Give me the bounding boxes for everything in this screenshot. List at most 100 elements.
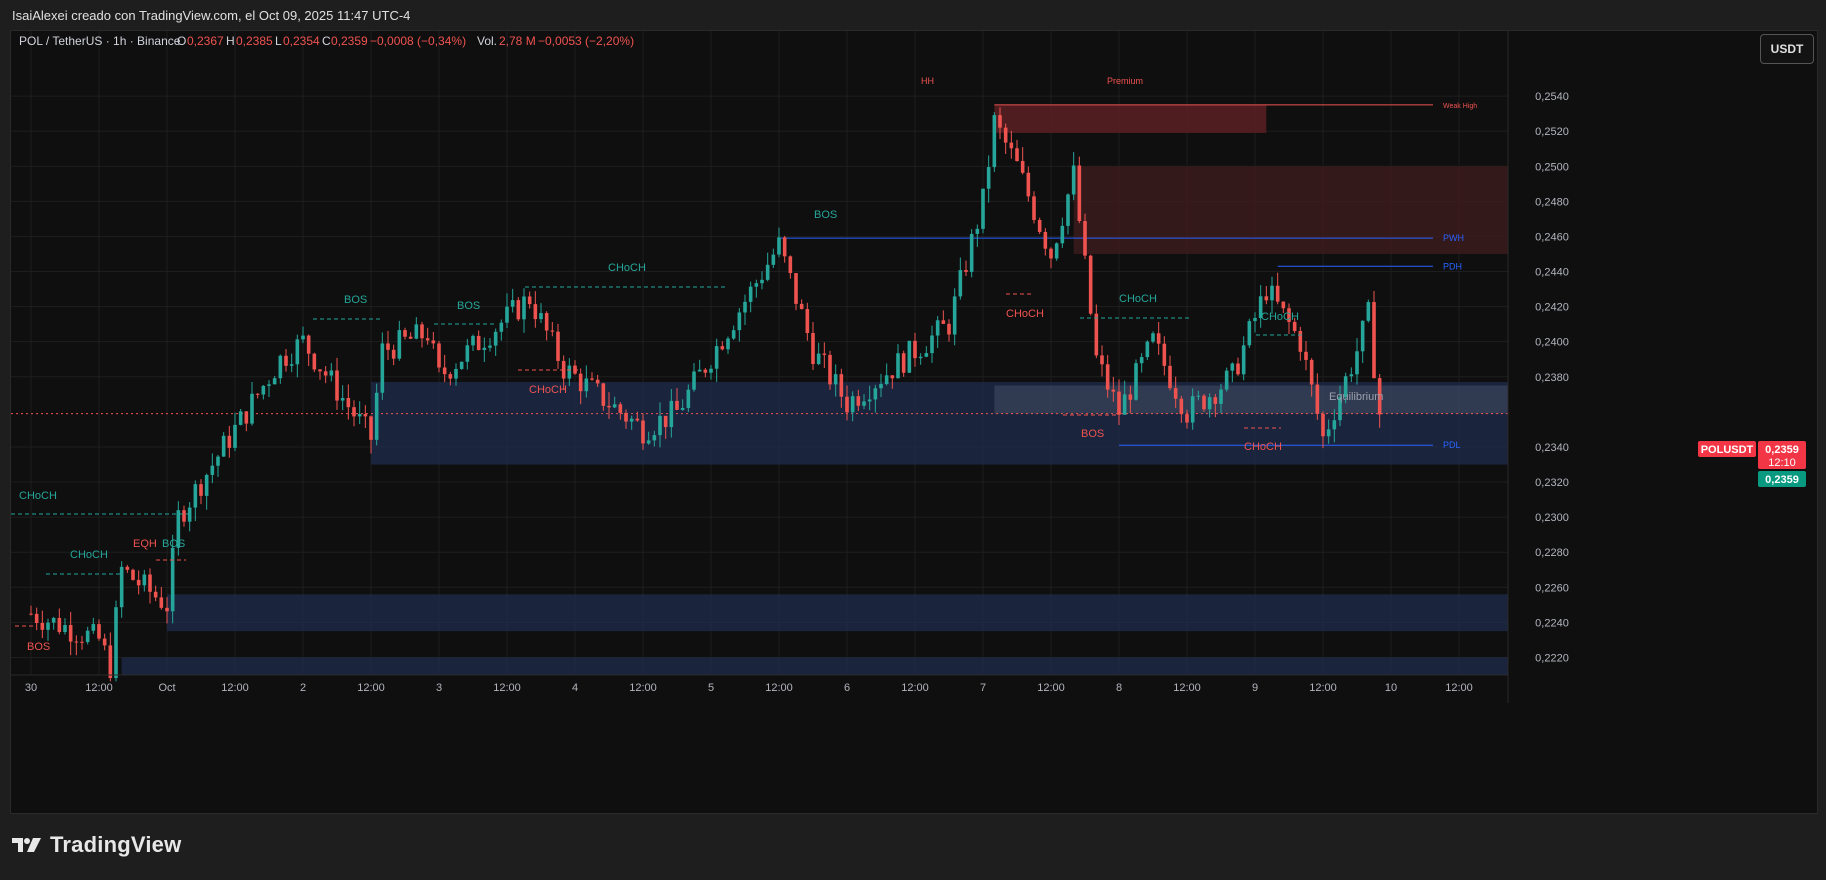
candle-body	[760, 279, 764, 284]
candle-body	[692, 371, 696, 390]
candle-body	[465, 345, 470, 362]
legend-l-label: L	[275, 34, 282, 48]
candle-body	[210, 465, 215, 475]
candle-body	[1156, 333, 1161, 344]
candle-body	[952, 296, 957, 335]
candle-body	[590, 378, 594, 380]
candle-body	[1360, 320, 1365, 352]
currency-button[interactable]: USDT	[1760, 34, 1814, 64]
x-tick-label: 5	[708, 682, 714, 694]
candle-body	[335, 370, 339, 401]
candle-body	[408, 336, 413, 339]
y-tick-label: 0,2260	[1535, 582, 1569, 594]
candle-body	[1077, 165, 1082, 222]
candle-body	[1292, 321, 1297, 331]
candle-body	[533, 304, 538, 320]
price-badges: POLUSDT 0,2359 12:10 0,2359	[1698, 441, 1806, 487]
candle-body	[403, 330, 407, 337]
legend-symbol: POL / TetherUS · 1h · Binance	[19, 34, 181, 48]
candle-body	[935, 320, 940, 336]
candle-body	[782, 237, 787, 257]
candle-body	[743, 301, 747, 313]
candle-body	[329, 370, 334, 376]
x-tick-label: 12:00	[1037, 682, 1065, 694]
annotation-layer: CHoCH CHoCH EQH BOS BOS BOS BOS CHoCH CHoCH BOS HH…	[11, 76, 1383, 653]
candle-body	[312, 353, 317, 370]
premium-zone	[994, 104, 1267, 133]
candle-body	[1366, 302, 1371, 321]
candle-body	[131, 569, 135, 580]
candle-body	[1275, 285, 1280, 302]
candle-body	[170, 547, 175, 612]
candle-body	[607, 405, 611, 408]
legend-c-label: C	[322, 34, 331, 48]
candle-body	[346, 398, 351, 408]
candle-body	[476, 335, 481, 351]
candle-body	[601, 383, 606, 406]
footer	[0, 816, 1826, 880]
candle-body	[414, 324, 419, 339]
x-tick-label: 12:00	[493, 682, 521, 694]
candle-body	[890, 375, 895, 379]
tradingview-logo[interactable]: TradingView	[12, 832, 181, 858]
grid-layer	[11, 31, 1508, 675]
candle-body	[40, 622, 45, 630]
candle-body	[261, 385, 266, 395]
candle-body	[1111, 389, 1116, 392]
candle-body	[641, 420, 645, 444]
price-chart[interactable]: Weak High PWH PDH PDL CHoCH CHoCH EQH BOS BOS BO…	[11, 31, 1817, 813]
chart-panel[interactable]: Weak High PWH PDH PDL CHoCH CHoCH EQH BOS BOS BO…	[10, 30, 1818, 814]
x-tick-label: Oct	[158, 682, 175, 694]
y-tick-label: 0,2420	[1535, 302, 1569, 314]
candle-body	[1230, 363, 1235, 371]
x-tick-label: 12:00	[357, 682, 385, 694]
legend-o-value: 0,2367	[187, 34, 224, 48]
candle-body	[1145, 341, 1150, 358]
x-tick-label: 6	[844, 682, 850, 694]
candle-body	[578, 373, 583, 392]
candle-body	[703, 369, 708, 373]
y-tick-label: 0,2300	[1535, 512, 1569, 524]
candle-body	[1060, 225, 1065, 244]
candle-body	[295, 339, 300, 365]
annotation-label: EQH	[133, 538, 157, 550]
candle-body	[1128, 394, 1133, 400]
x-tick-label: 12:00	[85, 682, 113, 694]
candle-body	[828, 354, 832, 385]
candle-body	[119, 566, 124, 608]
candle-body	[1264, 296, 1269, 301]
candle-body	[873, 388, 878, 400]
candle-body	[102, 638, 107, 646]
candle-body	[556, 331, 560, 361]
annotation-label: CHoCH	[1119, 293, 1157, 305]
annotation-label: BOS	[27, 641, 50, 653]
candle-body	[975, 228, 980, 234]
candle-body	[1037, 219, 1042, 232]
candle-body	[85, 630, 90, 643]
candle-body	[1122, 394, 1127, 415]
candle-body	[148, 574, 152, 592]
candle-body	[527, 296, 532, 305]
candle-body	[1304, 351, 1308, 360]
candle-body	[199, 484, 203, 496]
candle-body	[992, 115, 997, 168]
candle-body	[1083, 221, 1087, 256]
candle-body	[1236, 363, 1240, 375]
candle-body	[1139, 357, 1144, 364]
candle-body	[811, 332, 815, 365]
candle-body	[352, 407, 356, 417]
candle-body	[420, 324, 424, 339]
x-tick-label: 4	[572, 682, 578, 694]
candle-body	[1196, 395, 1201, 397]
candle-body	[1168, 365, 1172, 389]
candle-body	[720, 346, 725, 350]
candle-body	[867, 399, 872, 402]
annotation-label: CHoCH	[608, 262, 646, 274]
candle-body	[1253, 318, 1257, 322]
candle-body	[777, 237, 781, 255]
candle-body	[839, 374, 844, 397]
candle-body	[369, 416, 373, 440]
candle-body	[1151, 333, 1155, 342]
candle-body	[737, 312, 742, 331]
candle-body	[391, 349, 396, 359]
